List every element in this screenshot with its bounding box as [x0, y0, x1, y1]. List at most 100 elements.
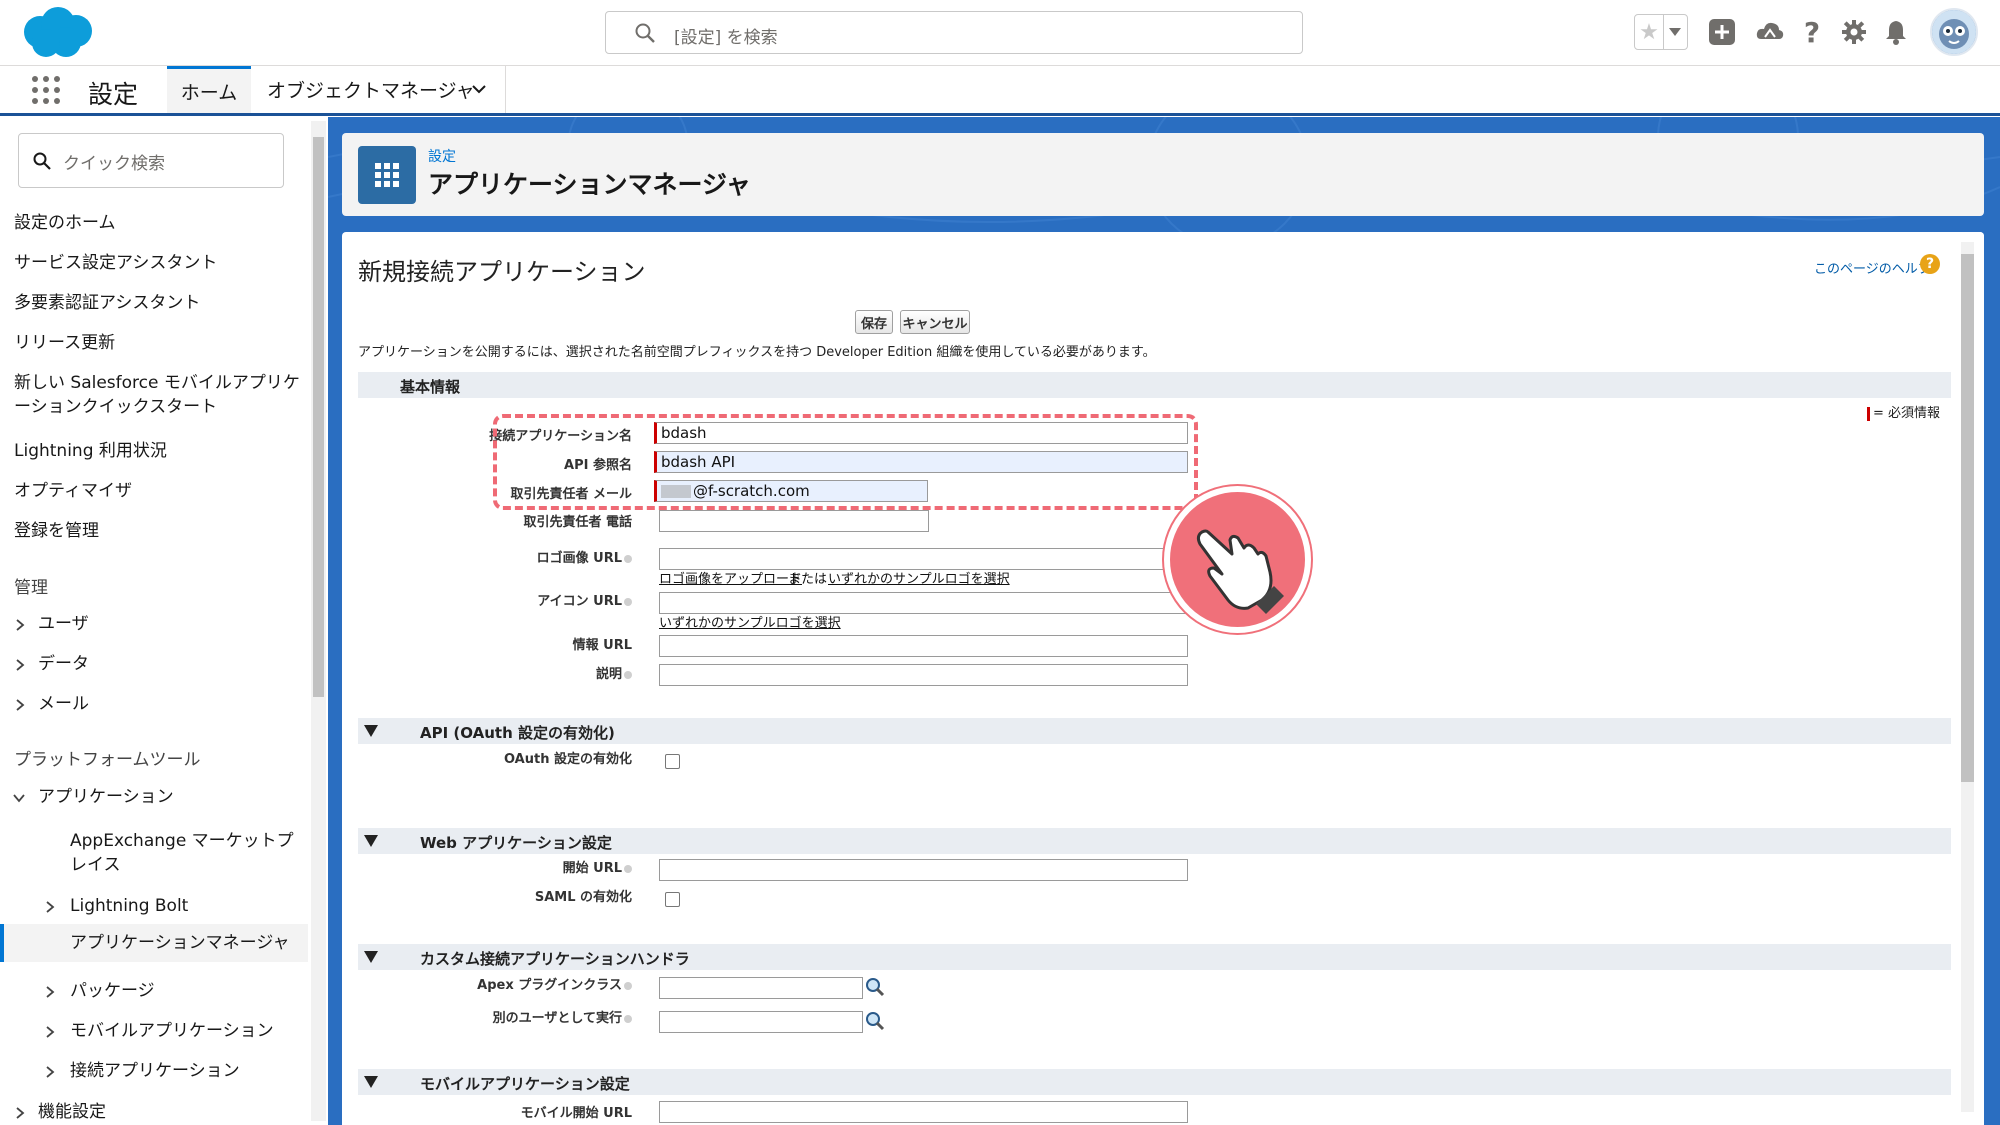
favorites-dropdown-icon[interactable]: [1664, 28, 1687, 36]
setup-search-input[interactable]: [設定] を検索: [605, 11, 1303, 54]
chevron-right-icon[interactable]: [44, 985, 56, 999]
help-bubble-icon[interactable]: [624, 597, 632, 606]
save-button[interactable]: 保存: [855, 310, 893, 334]
sidebar-item-release-updates[interactable]: リリース更新: [14, 331, 314, 355]
help-bubble-icon[interactable]: [624, 864, 632, 873]
section-web-app[interactable]: Web アプリケーション設定: [358, 828, 1951, 854]
chevron-right-icon[interactable]: [44, 1025, 56, 1039]
chevron-right-icon[interactable]: [14, 1106, 26, 1120]
global-header: [設定] を検索 ★ ?: [0, 0, 2000, 66]
chevron-down-icon[interactable]: [471, 83, 487, 95]
favorites-star-icon[interactable]: ★: [1635, 15, 1664, 49]
sidebar-item-users[interactable]: ユーザ: [38, 612, 338, 636]
content-scrollbar[interactable]: [1951, 232, 1984, 1125]
sidebar-item-mfa-assistant[interactable]: 多要素認証アシスタント: [14, 291, 314, 315]
sidebar-item-manage-subscriptions[interactable]: 登録を管理: [14, 519, 314, 543]
favorites-group: ★: [1634, 14, 1688, 50]
chevron-right-icon[interactable]: [44, 1065, 56, 1079]
sidebar-scrollbar[interactable]: [311, 121, 326, 1121]
tab-home[interactable]: ホーム: [167, 66, 251, 113]
page-help-link[interactable]: このページのヘルプ: [1814, 258, 1931, 277]
sidebar-item-data[interactable]: データ: [38, 652, 338, 676]
help-bubble-icon[interactable]: [624, 670, 632, 679]
annotation-highlight-box: [493, 414, 1198, 510]
required-marker: [1867, 406, 1870, 421]
sidebar-item-email[interactable]: メール: [38, 692, 338, 716]
apex-plugin-input[interactable]: [659, 977, 863, 999]
search-placeholder: [設定] を検索: [674, 28, 778, 48]
sidebar-item-service-assistant[interactable]: サービス設定アシスタント: [14, 251, 314, 275]
page-title: アプリケーションマネージャ: [428, 170, 751, 199]
collapse-triangle-icon[interactable]: [364, 1076, 378, 1088]
salesforce-cloud-logo[interactable]: [18, 6, 98, 60]
select-sample-icon-link[interactable]: いずれかのサンプルロゴを選択: [659, 612, 841, 631]
lookup-search-icon[interactable]: [865, 977, 885, 997]
sidebar-item-feature-settings[interactable]: 機能設定: [38, 1100, 338, 1124]
sidebar-item-mobile-quickstart[interactable]: 新しい Salesforce モバイルアプリケーションクイックスタート: [14, 371, 310, 419]
collapse-triangle-icon[interactable]: [364, 725, 378, 737]
chevron-right-icon[interactable]: [14, 618, 26, 632]
sidebar-item-optimizer[interactable]: オプティマイザ: [14, 479, 314, 503]
tab-object-manager[interactable]: オブジェクトマネージャ: [252, 66, 506, 113]
label-saml-enable: SAML の有効化: [534, 890, 632, 905]
app-launcher-icon[interactable]: [30, 74, 62, 106]
select-sample-logo-link[interactable]: いずれかのサンプルロゴを選択: [828, 568, 1010, 587]
quick-find-placeholder: クイック検索: [63, 154, 165, 174]
tab-home-label: ホーム: [180, 81, 238, 104]
required-legend: = 必須情報: [1867, 402, 1940, 421]
label-contact-phone: 取引先責任者 電話: [523, 515, 632, 530]
sidebar-item-lightning-bolt[interactable]: Lightning Bolt: [70, 894, 310, 918]
tab-object-manager-label: オブジェクトマネージャ: [267, 80, 475, 102]
sidebar-item-app-manager[interactable]: アプリケーションマネージャ: [70, 931, 310, 955]
label-run-as: 別のユーザとして実行: [342, 1007, 632, 1026]
help-icon[interactable]: ?: [1796, 14, 1828, 50]
form-content: 新規接続アプリケーション このページのヘルプ ? 保存 キャンセル アプリケーシ…: [342, 232, 1984, 1125]
section-custom-handler[interactable]: カスタム接続アプリケーションハンドラ: [358, 944, 1951, 970]
collapse-triangle-icon[interactable]: [364, 951, 378, 963]
chevron-right-icon[interactable]: [44, 900, 56, 914]
collapse-triangle-icon[interactable]: [364, 835, 378, 847]
page-header: 設定 アプリケーションマネージャ: [342, 133, 1984, 216]
cancel-button[interactable]: キャンセル: [900, 310, 970, 334]
description-input[interactable]: [659, 664, 1188, 686]
help-question-icon[interactable]: ?: [1920, 254, 1940, 274]
chevron-right-icon[interactable]: [14, 698, 26, 712]
sidebar-item-lightning-usage[interactable]: Lightning 利用状況: [14, 439, 314, 463]
sidebar-item-mobile-apps[interactable]: モバイルアプリケーション: [70, 1019, 310, 1043]
required-legend-text: = 必須情報: [1873, 406, 1941, 421]
setup-gear-icon[interactable]: [1836, 14, 1872, 50]
start-url-input[interactable]: [659, 859, 1188, 881]
sidebar-item-packages[interactable]: パッケージ: [70, 979, 310, 1003]
mobile-start-url-input[interactable]: [659, 1101, 1188, 1123]
quick-find-input[interactable]: クイック検索: [18, 133, 284, 188]
icon-url-input[interactable]: [659, 592, 1188, 614]
section-api-oauth[interactable]: API (OAuth 設定の有効化): [358, 718, 1951, 744]
content-scrollbar-thumb[interactable]: [1961, 254, 1974, 782]
help-bubble-icon[interactable]: [624, 554, 632, 563]
section-mobile-app[interactable]: モバイルアプリケーション設定: [358, 1069, 1951, 1095]
upload-logo-link[interactable]: ロゴ画像をアップロード: [659, 568, 802, 587]
lookup-search-icon[interactable]: [865, 1011, 885, 1031]
sidebar-item-setup-home[interactable]: 設定のホーム: [14, 211, 314, 235]
label-mobile-start-url: モバイル開始 URL: [520, 1106, 632, 1121]
sidebar-item-apps[interactable]: アプリケーション: [38, 785, 338, 809]
chevron-down-icon[interactable]: [12, 792, 26, 804]
contact-phone-input[interactable]: [659, 510, 929, 532]
sidebar-scrollbar-thumb[interactable]: [313, 137, 324, 697]
global-actions-icon[interactable]: [1704, 14, 1740, 50]
app-name: 設定: [88, 80, 139, 109]
run-as-input[interactable]: [659, 1011, 863, 1033]
chevron-right-icon[interactable]: [14, 658, 26, 672]
user-avatar[interactable]: [1930, 8, 1978, 56]
trailhead-icon[interactable]: [1752, 14, 1788, 50]
info-url-input[interactable]: [659, 635, 1188, 657]
help-bubble-icon[interactable]: [624, 1014, 632, 1023]
breadcrumb[interactable]: 設定: [428, 146, 456, 166]
sidebar-item-appexchange[interactable]: AppExchange マーケットプレイス: [70, 829, 310, 877]
notifications-bell-icon[interactable]: [1878, 14, 1914, 50]
logo-url-input[interactable]: [659, 548, 1188, 570]
sidebar-item-connected-apps[interactable]: 接続アプリケーション: [70, 1059, 310, 1083]
oauth-enable-checkbox[interactable]: [665, 754, 680, 769]
help-bubble-icon[interactable]: [624, 981, 632, 990]
saml-enable-checkbox[interactable]: [665, 892, 680, 907]
